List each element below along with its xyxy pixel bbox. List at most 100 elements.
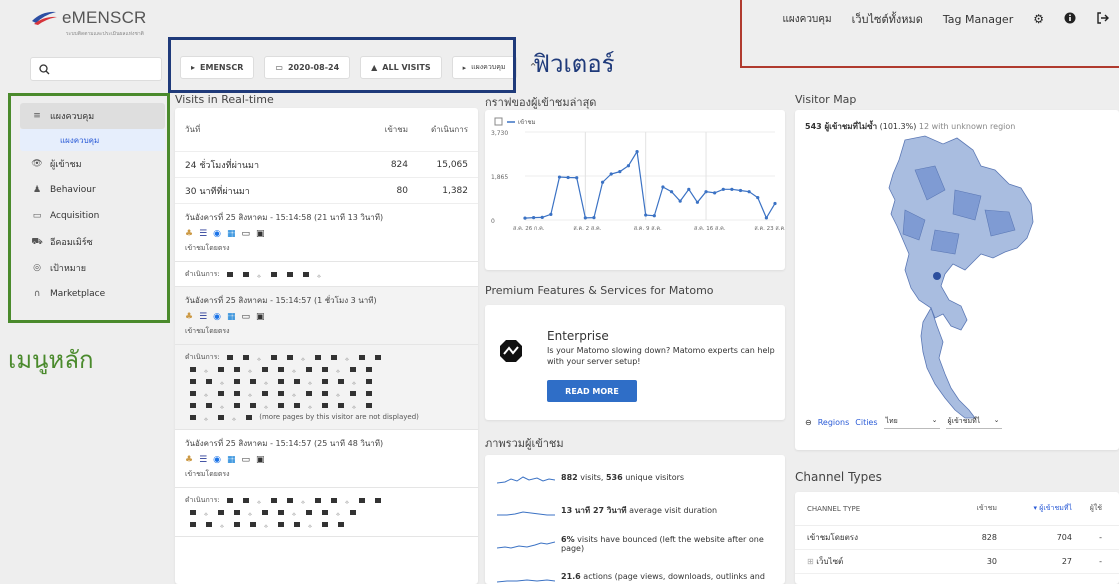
graph-title: กราฟของผู้เข้าชมล่าสุด [485,96,597,109]
visit-icons: ♣ ☰ ◉ ▦ ▭ ▣ [185,312,468,322]
logout-icon[interactable] [1096,11,1109,27]
data-point [540,215,544,220]
channel-type-cell: ⊞ เว็บไซต์ [807,555,927,568]
country-select[interactable]: ไทย ⌄ [883,415,940,429]
visit-time: วันอังคารที่ 25 สิงหาคม - 15:14:58 (21 น… [185,213,384,222]
enterprise-text: Is your Matomo slowing down? Matomo expe… [547,346,775,366]
dashboard-selector[interactable]: ▸ แผงควบคุม [451,56,517,79]
sidebar-item-acquisition[interactable]: ▭ Acquisition [20,203,165,229]
visit-entry[interactable]: วันอังคารที่ 25 สิงหาคม - 15:14:57 (1 ชั… [175,287,478,345]
expand-icon[interactable]: ⊞ [807,557,814,566]
col-visits[interactable]: เข้าชม [927,503,997,514]
segment-selector[interactable]: ▲ ALL VISITS [360,56,442,79]
logo[interactable]: eMENSCR ระบบติดตามและประเมินผลแห่งชาติ [30,8,147,37]
sparkline-icon [497,510,555,515]
regions-link[interactable]: Regions [818,418,850,427]
sidebar-item-behaviour[interactable]: ♟ Behaviour [20,177,165,203]
flag-icon: ☰ [199,229,208,239]
channel-users: - [1099,557,1102,566]
ecommerce-icon: ⛟ [31,236,43,247]
visits-value: 882 [561,473,578,482]
nav-dashboard[interactable]: แผงควบคุม [782,12,831,27]
info-icon[interactable] [1064,12,1076,27]
col-users[interactable]: ผู้ใช้ [1072,503,1102,514]
data-point [575,176,579,180]
cities-link[interactable]: Cities [855,418,877,427]
data-point [557,175,562,179]
visit-time: วันอังคารที่ 25 สิงหาคม - 15:14:57 (1 ชั… [185,296,377,305]
map-title: Visitor Map [795,93,857,106]
data-point [695,200,700,204]
col-unique-visitors-label: ผู้เข้าชมที่ไ [1039,504,1072,512]
row-actions: 1,382 [442,185,468,196]
metric-select[interactable]: ผู้เข้าชมที่ไ ⌄ [945,415,1002,429]
gear-icon[interactable]: ⚙ [1033,12,1044,26]
y-tick-label: 3,730 [491,130,508,137]
channel-header-row: CHANNEL TYPE เข้าชม ▾ ผู้เข้าชมที่ไ ผู้ใ… [795,492,1119,526]
logo-text: eMENSCR [62,8,147,27]
visit-entry[interactable]: วันอังคารที่ 25 สิงหาคม - 15:14:58 (21 น… [175,204,478,262]
logo-mark-icon [30,9,58,27]
row-label: 24 ชั่วโมงที่ผ่านมา [185,160,260,171]
search-input[interactable] [54,63,154,75]
data-point [600,180,605,184]
date-selector[interactable]: ▭ 2020-08-24 [264,56,351,79]
nav-tag-manager[interactable]: Tag Manager [943,13,1013,26]
read-more-button[interactable]: READ MORE [547,380,637,402]
data-point [523,216,527,220]
device-icon: ▭ [241,229,251,239]
metric-select-value: ผู้เข้าชมที่ไ [947,417,981,425]
actions-label: ดำเนินการ: [185,353,220,361]
location-icon: ♣ [185,455,194,465]
overview-title: ภาพรวมผู้เข้าชม [485,437,564,450]
unique-visitors-value: 536 [605,473,623,482]
col-channel-type[interactable]: CHANNEL TYPE [807,505,927,513]
col-unique-visitors[interactable]: ▾ ผู้เข้าชมที่ไ [997,503,1072,514]
data-point [669,190,674,194]
channel-visits: 30 [986,557,997,566]
data-point [747,190,751,194]
data-point [661,185,665,189]
sidebar-item-marketplace[interactable]: ∩ Marketplace [20,281,165,307]
channel-title: Channel Types [795,470,882,484]
os-icon: ▦ [227,312,236,322]
visit-source: เข้าชมโดยตรง [185,244,230,252]
data-point [532,216,536,220]
realtime-title: Visits in Real-time [175,93,274,106]
filter-annotation: ฟิวเตอร์ [533,50,615,78]
caret-right-icon: ▸ [462,63,467,72]
data-point [635,149,639,154]
device-icon: ▭ [241,312,251,322]
thailand-map[interactable] [795,130,1119,420]
search-box[interactable] [30,57,162,81]
x-tick-label: ส.ค. 9 ส.ค. [634,225,662,232]
sidebar-item-label: อีคอมเมิร์ซ [50,238,93,248]
sidebar-item-dashboard[interactable]: ≡ แผงควบคุม [20,103,165,129]
visit-entry[interactable]: วันอังคารที่ 25 สิงหาคม - 15:14:57 (25 น… [175,430,478,488]
sidebar-item-goals[interactable]: ◎ เป้าหมาย [20,255,165,281]
goals-icon: ◎ [33,263,41,273]
actions-value: 21.6 [561,572,581,581]
table-row[interactable]: เข้าชมโดยตรง 828 704 - [795,526,1119,550]
site-selector[interactable]: ▸ EMENSCR [180,56,255,79]
sidebar-item-ecommerce[interactable]: ⛟ อีคอมเมิร์ซ [20,229,165,255]
os-icon: ▦ [227,229,236,239]
premium-widget: Enterprise Is your Matomo slowing down? … [485,305,785,420]
sidebar-item-visitors[interactable]: 👁 ผู้เข้าชม [20,151,165,177]
sparkline-icon [497,475,555,483]
col-date: วันที่ [185,125,201,134]
country-select-value: ไทย [885,417,898,425]
data-point [566,175,570,180]
sidebar-subitem-dashboard[interactable]: แผงควบคุม [20,129,165,151]
table-row[interactable]: ⊞ เว็บไซต์ 30 27 - [795,550,1119,574]
browser-icon: ◉ [213,455,222,465]
nav-all-websites[interactable]: เว็บไซต์ทั้งหมด [852,10,923,28]
sidebar-item-label: Acquisition [50,211,100,221]
device-icon: ▭ [241,455,251,465]
visit-source: เข้าชมโดยตรง [185,327,230,335]
zoom-out-icon[interactable]: ⊖ [805,418,812,427]
dashboard-icon: ≡ [33,111,41,121]
segment-selector-label: ALL VISITS [382,63,431,72]
realtime-header-row: วันที่ เข้าชม ดำเนินการ [175,108,478,152]
legend-label: เข้าชม [518,119,536,126]
